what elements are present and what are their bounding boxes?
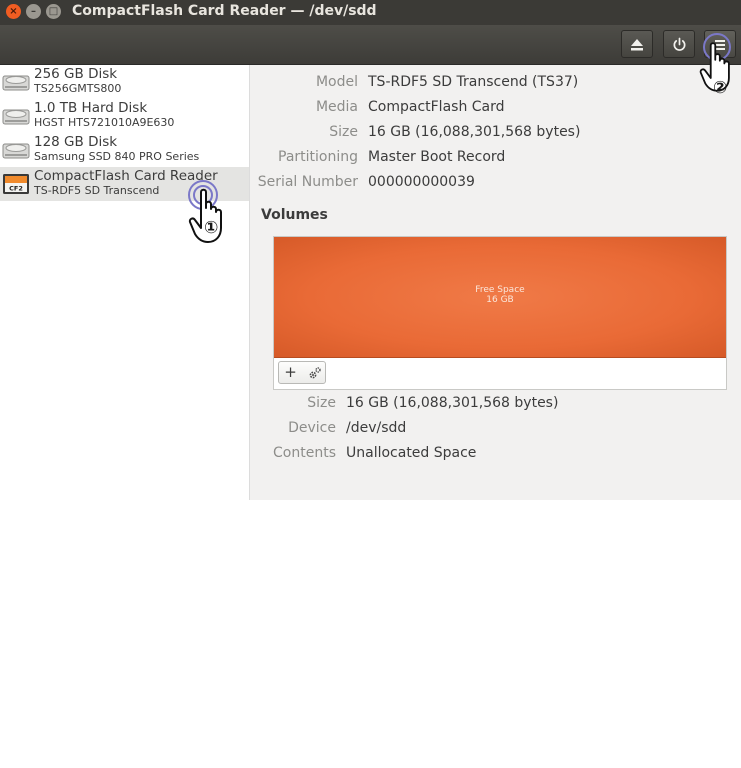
partition-settings-button[interactable] bbox=[303, 362, 326, 383]
step-1-pointer: ① bbox=[186, 178, 236, 250]
size-label: Size bbox=[329, 124, 358, 140]
compactflash-badge: CF2 bbox=[9, 185, 23, 193]
contents-label: Contents bbox=[273, 445, 336, 461]
eject-button[interactable] bbox=[621, 30, 653, 58]
segment-label: Free Space bbox=[475, 285, 525, 295]
drive-name: 1.0 TB Hard Disk bbox=[34, 100, 148, 116]
serial-number-label: Serial Number bbox=[257, 174, 358, 190]
volume-size-value: 16 GB (16,088,301,568 bytes) bbox=[346, 395, 559, 411]
volumes-heading: Volumes bbox=[261, 207, 328, 223]
gears-icon bbox=[309, 367, 321, 379]
model-value: TS-RDF5 SD Transcend (TS37) bbox=[368, 74, 579, 90]
drive-model: TS256GMTS800 bbox=[34, 82, 122, 95]
hard-disk-icon bbox=[2, 75, 30, 91]
hand-cursor-icon bbox=[188, 188, 222, 243]
volume-toolbar: + bbox=[278, 361, 326, 384]
drive-model: HGST HTS721010A9E630 bbox=[34, 116, 175, 129]
drive-model: Samsung SSD 840 PRO Series bbox=[34, 150, 200, 163]
eject-icon bbox=[631, 39, 643, 51]
step-2-pointer: ② bbox=[697, 32, 741, 104]
compactflash-icon: CF2 bbox=[3, 174, 29, 194]
close-window-button[interactable]: × bbox=[6, 4, 21, 19]
power-off-button[interactable] bbox=[663, 30, 695, 58]
drive-model: TS-RDF5 SD Transcend bbox=[34, 184, 160, 197]
drive-item-128gb-disk[interactable]: 128 GB Disk Samsung SSD 840 PRO Series bbox=[0, 133, 249, 167]
drive-list: 256 GB Disk TS256GMTS800 1.0 TB Hard Dis… bbox=[0, 65, 250, 500]
drive-details-panel: Model TS-RDF5 SD Transcend (TS37) Media … bbox=[250, 65, 741, 500]
header-bar bbox=[0, 25, 741, 65]
device-label: Device bbox=[288, 420, 336, 436]
title-bar: × – □ CompactFlash Card Reader — /dev/sd… bbox=[0, 0, 741, 25]
partitioning-label: Partitioning bbox=[278, 149, 358, 165]
segment-size: 16 GB bbox=[486, 295, 514, 305]
drive-name: 256 GB Disk bbox=[34, 66, 118, 82]
step-1-badge: ① bbox=[204, 218, 219, 238]
disks-window: × – □ CompactFlash Card Reader — /dev/sd… bbox=[0, 0, 741, 500]
media-label: Media bbox=[315, 99, 358, 115]
device-value: /dev/sdd bbox=[346, 420, 407, 436]
power-icon bbox=[673, 37, 685, 51]
drive-item-1tb-hard-disk[interactable]: 1.0 TB Hard Disk HGST HTS721010A9E630 bbox=[0, 99, 249, 133]
drive-item-256gb-disk[interactable]: 256 GB Disk TS256GMTS800 bbox=[0, 65, 249, 99]
size-value: 16 GB (16,088,301,568 bytes) bbox=[368, 124, 581, 140]
contents-value: Unallocated Space bbox=[346, 445, 477, 461]
media-value: CompactFlash Card bbox=[368, 99, 505, 115]
volume-map: Free Space 16 GB + bbox=[273, 236, 727, 390]
free-space-segment[interactable]: Free Space 16 GB bbox=[274, 237, 726, 358]
minimize-window-button[interactable]: – bbox=[26, 4, 41, 19]
volume-size-label: Size bbox=[307, 395, 336, 411]
maximize-window-button[interactable]: □ bbox=[46, 4, 61, 19]
window-title: CompactFlash Card Reader — /dev/sdd bbox=[72, 3, 377, 19]
step-2-badge: ② bbox=[713, 78, 728, 98]
partitioning-value: Master Boot Record bbox=[368, 149, 506, 165]
serial-number-value: 000000000039 bbox=[368, 174, 475, 190]
hard-disk-icon bbox=[2, 143, 30, 159]
drive-name: 128 GB Disk bbox=[34, 134, 118, 150]
create-partition-button[interactable]: + bbox=[279, 362, 302, 383]
model-label: Model bbox=[315, 74, 358, 90]
hard-disk-icon bbox=[2, 109, 30, 125]
